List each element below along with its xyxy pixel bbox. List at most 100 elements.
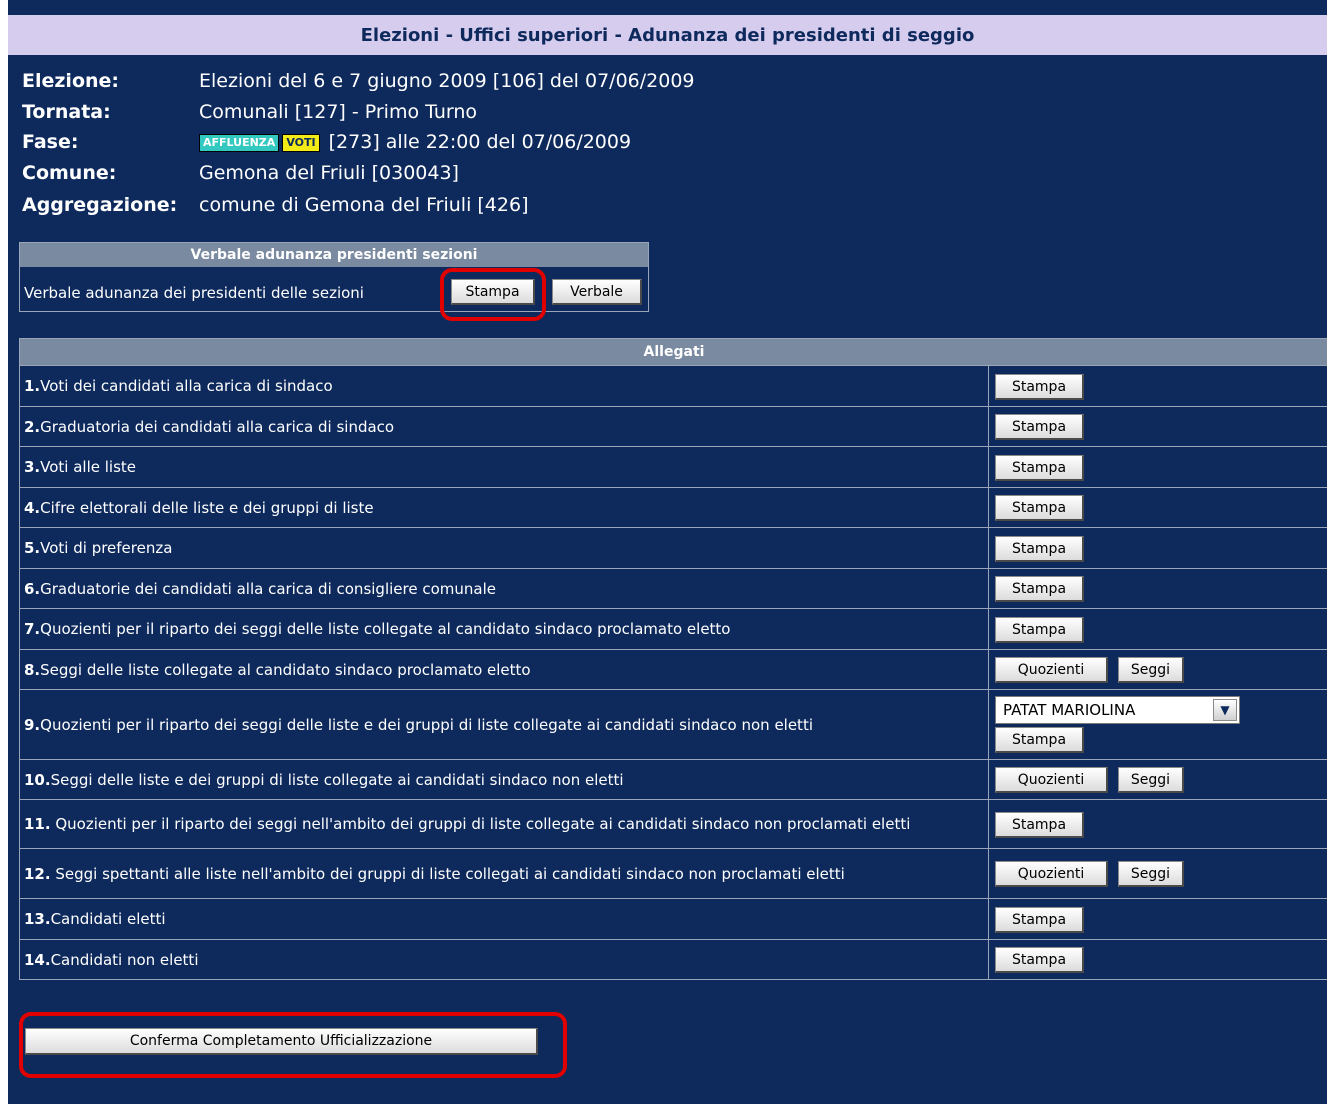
row-number: 9. — [24, 715, 41, 734]
table-row: 1. Voti dei candidati alla carica di sin… — [20, 365, 1327, 406]
row-label: 2. Graduatoria dei candidati alla carica… — [24, 407, 984, 446]
stampa-button[interactable]: Stampa — [995, 414, 1084, 440]
info-elezione: Elezione: Elezioni del 6 e 7 giugno 2009… — [22, 66, 695, 96]
row-label: 8. Seggi delle liste collegate al candid… — [24, 650, 984, 689]
candidate-select[interactable]: PATAT MARIOLINA ▼ — [995, 696, 1240, 724]
stampa-button[interactable]: Stampa — [995, 617, 1084, 643]
stampa-button[interactable]: Stampa — [995, 812, 1084, 838]
stampa-button[interactable]: Stampa — [995, 374, 1084, 400]
row-number: 5. — [24, 539, 41, 557]
stampa-button[interactable]: Stampa — [995, 947, 1084, 973]
column-divider — [988, 407, 989, 446]
stampa-button[interactable]: Stampa — [995, 727, 1084, 753]
table-row: 12. Seggi spettanti alle liste nell'ambi… — [20, 848, 1327, 898]
column-divider — [988, 650, 989, 689]
stampa-button[interactable]: Stampa — [995, 576, 1084, 602]
column-divider — [988, 366, 989, 406]
row-number: 1. — [24, 377, 41, 395]
row-number: 11. — [24, 815, 51, 833]
allegati-header: Allegati — [20, 339, 1327, 365]
fase-value-wrap: AFFLUENZA VOTI [273] alle 22:00 del 07/06… — [199, 131, 631, 153]
table-row: 5. Voti di preferenza Stampa — [20, 527, 1327, 568]
table-row: 6. Graduatorie dei candidati alla carica… — [20, 568, 1327, 608]
quozienti-button[interactable]: Quozienti — [995, 767, 1108, 793]
row-number: 2. — [24, 417, 41, 436]
aggregazione-value: comune di Gemona del Friuli [426] — [199, 194, 529, 216]
row-label: 5. Voti di preferenza — [24, 528, 984, 568]
row-text: Quozienti per il riparto dei seggi delle… — [40, 715, 813, 734]
row-number: 7. — [24, 620, 41, 638]
table-row: 2. Graduatoria dei candidati alla carica… — [20, 406, 1327, 446]
row-label: 7. Quozienti per il riparto dei seggi de… — [24, 609, 984, 649]
table-row: 4. Cifre elettorali delle liste e dei gr… — [20, 487, 1327, 527]
row-text: Quozienti per il riparto dei seggi nell'… — [50, 815, 911, 833]
info-tornata: Tornata: Comunali [127] - Primo Turno — [22, 97, 477, 127]
seggi-button[interactable]: Seggi — [1118, 861, 1184, 887]
table-row: 9. Quozienti per il riparto dei seggi de… — [20, 689, 1327, 759]
tornata-label: Tornata: — [22, 101, 111, 123]
row-label: 14. Candidati non eletti — [24, 940, 984, 979]
quozienti-button[interactable]: Quozienti — [995, 657, 1108, 683]
row-text: Candidati non eletti — [50, 950, 199, 969]
verbale-panel-header: Verbale adunanza presidenti sezioni — [20, 243, 648, 267]
row-label: 13. Candidati eletti — [24, 899, 984, 939]
seggi-button[interactable]: Seggi — [1118, 767, 1184, 793]
row-label: 4. Cifre elettorali delle liste e dei gr… — [24, 488, 984, 527]
elezione-label: Elezione: — [22, 70, 120, 92]
row-text: Quozienti per il riparto dei seggi delle… — [40, 620, 731, 638]
quozienti-button[interactable]: Quozienti — [995, 861, 1108, 887]
row-label: 9. Quozienti per il riparto dei seggi de… — [24, 690, 984, 759]
table-row: 13. Candidati eletti Stampa — [20, 898, 1327, 939]
column-divider — [988, 609, 989, 649]
stampa-button[interactable]: Stampa — [995, 495, 1084, 521]
row-number: 13. — [24, 910, 51, 928]
page-title: Elezioni - Uffici superiori - Adunanza d… — [8, 15, 1327, 55]
row-text: Seggi delle liste collegate al candidato… — [40, 660, 531, 679]
highlight-stampa-ring — [440, 268, 546, 321]
row-number: 3. — [24, 458, 41, 476]
comune-value: Gemona del Friuli [030043] — [199, 162, 459, 184]
column-divider — [988, 899, 989, 939]
row-label: 3. Voti alle liste — [24, 447, 984, 487]
info-comune: Comune: Gemona del Friuli [030043] — [22, 158, 459, 188]
fase-value: [273] alle 22:00 del 07/06/2009 — [328, 131, 632, 153]
info-fase: Fase: AFFLUENZA VOTI [273] alle 22:00 del… — [22, 127, 631, 157]
column-divider — [988, 447, 989, 487]
verbale-button[interactable]: Verbale — [552, 279, 642, 305]
column-divider — [988, 760, 989, 799]
stampa-button[interactable]: Stampa — [995, 907, 1084, 933]
row-text: Voti alle liste — [40, 458, 137, 476]
aggregazione-label: Aggregazione: — [22, 194, 178, 216]
row-label: 11. Quozienti per il riparto dei seggi n… — [24, 800, 984, 848]
chevron-down-icon[interactable]: ▼ — [1213, 699, 1237, 721]
row-text: Cifre elettorali delle liste e dei grupp… — [40, 498, 374, 517]
tornata-value: Comunali [127] - Primo Turno — [199, 101, 478, 123]
column-divider — [988, 940, 989, 979]
row-number: 4. — [24, 498, 41, 517]
column-divider — [988, 800, 989, 848]
page: Elezioni - Uffici superiori - Adunanza d… — [8, 0, 1327, 1104]
row-text: Seggi spettanti alle liste nell'ambito d… — [50, 864, 845, 883]
table-row: 14. Candidati non eletti Stampa — [20, 939, 1327, 980]
allegati-table: Allegati 1. Voti dei candidati alla cari… — [19, 338, 1327, 980]
candidate-select-value: PATAT MARIOLINA — [1003, 701, 1136, 719]
affluenza-badge: AFFLUENZA — [199, 134, 280, 152]
table-row: 10. Seggi delle liste e dei gruppi di li… — [20, 759, 1327, 799]
seggi-button[interactable]: Seggi — [1118, 657, 1184, 683]
column-divider — [988, 690, 989, 759]
table-row: 8. Seggi delle liste collegate al candid… — [20, 649, 1327, 689]
column-divider — [988, 849, 989, 898]
row-label: 6. Graduatorie dei candidati alla carica… — [24, 569, 984, 608]
row-text: Voti dei candidati alla carica di sindac… — [40, 377, 333, 395]
table-row: 11. Quozienti per il riparto dei seggi n… — [20, 799, 1327, 848]
info-aggregazione: Aggregazione: comune di Gemona del Friul… — [22, 190, 528, 220]
row-number: 8. — [24, 660, 41, 679]
highlight-confirm-ring — [19, 1012, 567, 1078]
stampa-button[interactable]: Stampa — [995, 455, 1084, 481]
verbale-panel: Verbale adunanza presidenti sezioni Verb… — [19, 242, 649, 312]
stampa-button[interactable]: Stampa — [995, 536, 1084, 562]
comune-label: Comune: — [22, 162, 117, 184]
row-label: 10. Seggi delle liste e dei gruppi di li… — [24, 760, 984, 799]
row-text: Graduatorie dei candidati alla carica di… — [40, 579, 496, 598]
voti-badge: VOTI — [282, 134, 320, 152]
